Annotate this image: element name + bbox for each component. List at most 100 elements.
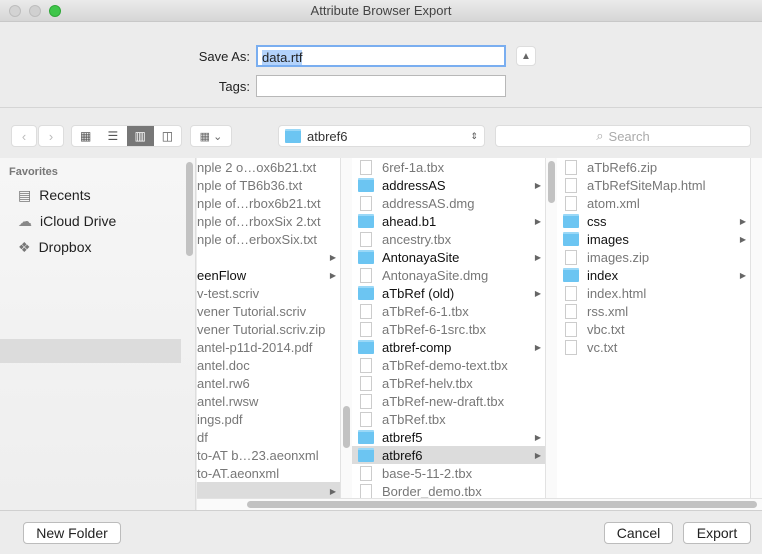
- column-2-scrollbar[interactable]: [545, 158, 557, 498]
- folder-row[interactable]: atbref-comp ▶: [352, 338, 545, 356]
- item-name: addressAS.dmg: [382, 195, 475, 211]
- file-row[interactable]: aTbRef.tbx: [352, 410, 545, 428]
- disclosure-arrow-icon: ▶: [329, 486, 336, 496]
- sidebar-item-dropbox[interactable]: ❖ Dropbox: [18, 236, 91, 258]
- item-name: addressAS: [382, 177, 446, 193]
- view-mode-selector[interactable]: ▦ ☰ ▥ ◫: [71, 125, 182, 147]
- file-row[interactable]: aTbRef-demo-text.tbx: [352, 356, 545, 374]
- file-row[interactable]: vc.txt: [557, 338, 750, 356]
- folder-row[interactable]: ahead.b1 ▶: [352, 212, 545, 230]
- cancel-button[interactable]: Cancel: [604, 522, 673, 544]
- arrange-button[interactable]: ▦ ⌄: [190, 125, 232, 147]
- file-icon: [360, 393, 372, 409]
- folder-row[interactable]: addressAS ▶: [352, 176, 545, 194]
- sidebar-scrollbar[interactable]: [186, 162, 193, 256]
- file-row[interactable]: vener Tutorial.scriv.zip: [197, 320, 340, 338]
- export-button[interactable]: Export: [683, 522, 751, 544]
- file-icon: [565, 159, 577, 175]
- folder-row[interactable]: css ▶: [557, 212, 750, 230]
- cover-flow-icon[interactable]: ◫: [154, 126, 181, 146]
- item-name: aTbRef-6-1.tbx: [382, 303, 469, 319]
- save-as-input[interactable]: data.rtf: [256, 45, 506, 67]
- file-row[interactable]: Border_demo.tbx: [352, 482, 545, 498]
- item-name: aTbRefSiteMap.html: [587, 177, 706, 193]
- item-name: 6ref-1a.tbx: [382, 159, 445, 175]
- file-row[interactable]: aTbRefSiteMap.html: [557, 176, 750, 194]
- location-popup[interactable]: atbref6 ⇕: [278, 125, 485, 147]
- minimize-button[interactable]: [29, 5, 41, 17]
- file-row[interactable]: to-AT.aeonxml: [197, 464, 340, 482]
- file-row[interactable]: antel.rwsw: [197, 392, 340, 410]
- forward-button[interactable]: ›: [38, 125, 64, 147]
- file-row[interactable]: aTbRef-6-1.tbx: [352, 302, 545, 320]
- folder-row[interactable]: AntonayaSite ▶: [352, 248, 545, 266]
- file-row[interactable]: to-AT b…23.aeonxml: [197, 446, 340, 464]
- file-row[interactable]: nple 2 o…ox6b21.txt: [197, 158, 340, 176]
- back-button[interactable]: ‹: [11, 125, 37, 147]
- new-folder-button[interactable]: New Folder: [23, 522, 121, 544]
- file-row[interactable]: addressAS.dmg: [352, 194, 545, 212]
- column-3-resize[interactable]: [750, 158, 762, 498]
- list-view-icon[interactable]: ☰: [99, 126, 126, 146]
- item-name: antel.rwsw: [197, 393, 259, 409]
- folder-row[interactable]: aTbRef (old) ▶: [352, 284, 545, 302]
- sidebar-item-icloud-drive[interactable]: ☁ iCloud Drive: [18, 210, 116, 232]
- disclosure-arrow-icon: ▶: [534, 288, 541, 298]
- file-row[interactable]: aTbRef-helv.tbx: [352, 374, 545, 392]
- sidebar-item-recents[interactable]: ▤ Recents: [18, 184, 91, 206]
- item-name: aTbRef6.zip: [587, 159, 658, 175]
- item-name: aTbRef.tbx: [382, 411, 446, 427]
- tags-input[interactable]: [256, 75, 506, 97]
- file-row[interactable]: images.zip: [557, 248, 750, 266]
- disclosure-arrow-icon: ▶: [534, 216, 541, 226]
- file-row[interactable]: vbc.txt: [557, 320, 750, 338]
- item-name: vener Tutorial.scriv: [197, 303, 307, 319]
- file-row[interactable]: 6ref-1a.tbx: [352, 158, 545, 176]
- zoom-button[interactable]: [49, 5, 61, 17]
- disclosure-arrow-icon: ▶: [739, 270, 746, 280]
- item-name: nple of TB6b36.txt: [197, 177, 303, 193]
- file-row[interactable]: atom.xml: [557, 194, 750, 212]
- file-row[interactable]: vener Tutorial.scriv: [197, 302, 340, 320]
- file-row[interactable]: ings.pdf: [197, 410, 340, 428]
- horizontal-scrollbar[interactable]: [197, 498, 762, 510]
- file-row[interactable]: rss.xml: [557, 302, 750, 320]
- file-row[interactable]: base-5-11-2.tbx: [352, 464, 545, 482]
- folder-icon: [285, 129, 301, 143]
- file-row[interactable]: nple of…rboxSix 2.txt: [197, 212, 340, 230]
- file-row[interactable]: nple of…erboxSix.txt: [197, 230, 340, 248]
- file-row[interactable]: v-test.scriv: [197, 284, 340, 302]
- file-row[interactable]: AntonayaSite.dmg: [352, 266, 545, 284]
- folder-icon: [358, 178, 374, 192]
- item-name: base-5-11-2.tbx: [382, 465, 473, 481]
- icon-view-icon[interactable]: ▦: [72, 126, 99, 146]
- file-row[interactable]: aTbRef-new-draft.tbx: [352, 392, 545, 410]
- folder-row[interactable]: atbref6 ▶: [352, 446, 545, 464]
- file-row[interactable]: ancestry.tbx: [352, 230, 545, 248]
- file-row[interactable]: antel-p11d-2014.pdf: [197, 338, 340, 356]
- file-row[interactable]: df: [197, 428, 340, 446]
- item-name: images: [587, 231, 629, 247]
- file-row[interactable]: antel.doc: [197, 356, 340, 374]
- folder-row[interactable]: images ▶: [557, 230, 750, 248]
- disclosure-arrow-icon: ▶: [534, 252, 541, 262]
- file-row[interactable]: nple of TB6b36.txt: [197, 176, 340, 194]
- collapse-button[interactable]: ▲: [516, 46, 536, 66]
- file-row[interactable]: antel.rw6: [197, 374, 340, 392]
- folder-row[interactable]: index ▶: [557, 266, 750, 284]
- file-icon: [360, 321, 372, 337]
- item-name: df: [197, 429, 208, 445]
- item-name: aTbRef-6-1src.tbx: [382, 321, 487, 337]
- file-row[interactable]: nple of…rbox6b21.txt: [197, 194, 340, 212]
- close-button[interactable]: [9, 5, 21, 17]
- folder-row[interactable]: ▶: [197, 482, 340, 498]
- folder-row[interactable]: eenFlow ▶: [197, 266, 340, 284]
- column-1-scrollbar[interactable]: [340, 158, 352, 498]
- folder-row[interactable]: atbref5 ▶: [352, 428, 545, 446]
- file-row[interactable]: aTbRef6.zip: [557, 158, 750, 176]
- search-input[interactable]: ⌕ Search: [495, 125, 751, 147]
- file-row[interactable]: aTbRef-6-1src.tbx: [352, 320, 545, 338]
- column-view-icon[interactable]: ▥: [126, 126, 154, 146]
- file-row[interactable]: index.html: [557, 284, 750, 302]
- folder-row[interactable]: ▶: [197, 248, 340, 266]
